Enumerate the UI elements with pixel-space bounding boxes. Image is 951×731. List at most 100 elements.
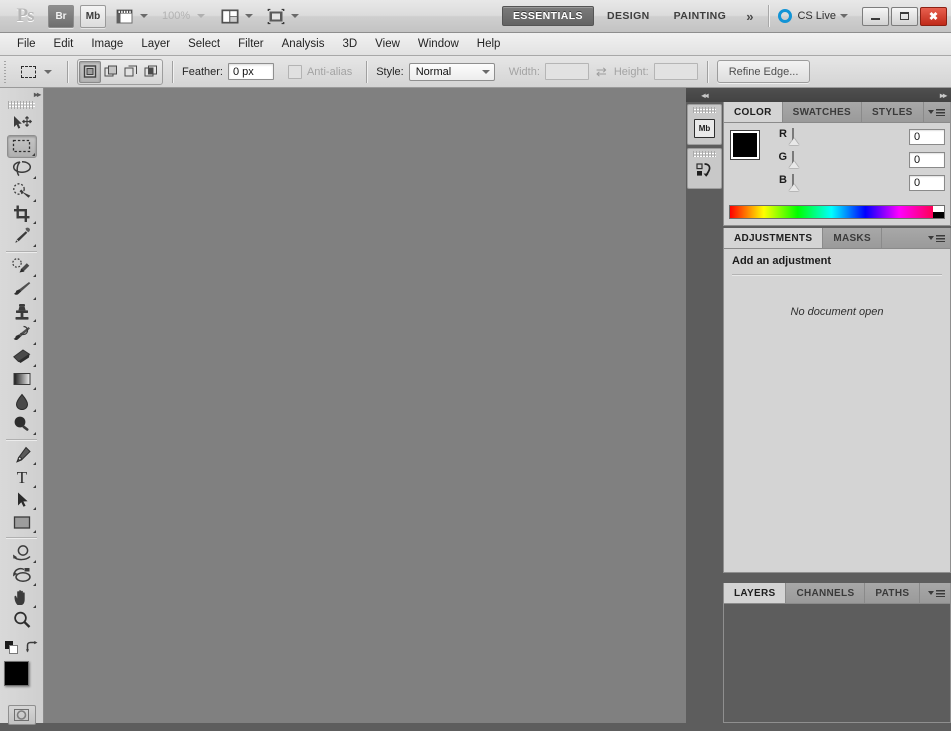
spectrum-black[interactable] <box>933 212 944 218</box>
menu-image[interactable]: Image <box>82 35 132 53</box>
menu-help[interactable]: Help <box>468 35 510 53</box>
green-slider[interactable] <box>792 152 903 164</box>
menu-layer[interactable]: Layer <box>132 35 179 53</box>
tab-masks[interactable]: MASKS <box>823 228 882 248</box>
rectangle-tool[interactable] <box>7 511 37 534</box>
height-input[interactable] <box>654 63 698 80</box>
default-colors-icon[interactable] <box>5 641 18 657</box>
width-input[interactable] <box>545 63 589 80</box>
launch-bridge-button[interactable]: Br <box>48 5 74 28</box>
quick-mask-toggle[interactable] <box>8 705 36 725</box>
cs-live-label: CS Live <box>797 10 836 22</box>
pen-tool[interactable] <box>7 444 37 467</box>
blue-slider[interactable] <box>792 175 903 187</box>
more-workspaces-icon[interactable]: » <box>746 9 751 24</box>
options-bar-drag-handle[interactable] <box>4 61 9 83</box>
zoom-level-chevron-down-icon[interactable] <box>197 14 205 18</box>
color-panel-foreground-swatch[interactable] <box>731 131 759 159</box>
maximize-window-button[interactable] <box>891 7 918 26</box>
blue-value-input[interactable]: 0 <box>909 175 945 191</box>
tab-color[interactable]: COLOR <box>724 102 783 122</box>
swap-colors-icon[interactable] <box>26 641 39 657</box>
menu-edit[interactable]: Edit <box>45 35 83 53</box>
icon-panel-drag-handle[interactable] <box>693 107 716 113</box>
tool-preset-chevron-down-icon[interactable] <box>44 70 52 74</box>
red-value-input[interactable]: 0 <box>909 129 945 145</box>
green-value-input[interactable]: 0 <box>909 152 945 168</box>
tab-layers[interactable]: LAYERS <box>724 583 786 603</box>
eraser-tool[interactable] <box>7 346 37 369</box>
feather-input[interactable]: 0 px <box>228 63 274 80</box>
dodge-tool[interactable] <box>7 413 37 436</box>
workspace-tab-design[interactable]: DESIGN <box>596 6 661 26</box>
tab-paths[interactable]: PATHS <box>865 583 920 603</box>
blur-tool[interactable] <box>7 391 37 414</box>
menu-analysis[interactable]: Analysis <box>273 35 334 53</box>
view-extras-button[interactable] <box>116 8 148 25</box>
move-tool[interactable] <box>7 112 37 135</box>
zoom-tool[interactable] <box>7 609 37 632</box>
launch-mini-bridge-button[interactable]: Mb <box>80 5 106 28</box>
red-slider[interactable] <box>792 129 903 141</box>
history-brush-tool[interactable] <box>7 323 37 346</box>
quick-selection-tool[interactable] <box>7 180 37 203</box>
crop-tool[interactable] <box>7 203 37 226</box>
icon-panel-drag-handle[interactable] <box>693 151 716 157</box>
lasso-tool[interactable] <box>7 158 37 181</box>
intersect-with-selection-button[interactable] <box>141 62 161 82</box>
blue-slider-thumb[interactable] <box>789 184 799 191</box>
workspace-tab-essentials[interactable]: ESSENTIALS <box>502 6 594 26</box>
tools-expand-button[interactable]: ▸▸ <box>0 88 43 100</box>
mini-bridge-panel-button[interactable]: Mb <box>692 115 718 141</box>
anti-alias-checkbox[interactable]: Anti-alias <box>288 65 357 79</box>
menu-file[interactable]: File <box>8 35 45 53</box>
foreground-color-swatch[interactable] <box>4 661 29 686</box>
empty-canvas-area[interactable] <box>44 88 687 723</box>
tab-channels[interactable]: CHANNELS <box>786 583 865 603</box>
tab-styles[interactable]: STYLES <box>862 102 924 122</box>
active-tool-preview[interactable] <box>14 59 42 85</box>
style-select[interactable]: Normal <box>409 63 495 81</box>
add-to-selection-button[interactable] <box>101 62 121 82</box>
menu-window[interactable]: Window <box>409 35 468 53</box>
collapse-panels-button[interactable]: ◂◂ <box>686 88 723 102</box>
path-selection-tool[interactable] <box>7 489 37 512</box>
workspace-tab-painting[interactable]: PAINTING <box>663 6 738 26</box>
subtract-from-selection-button[interactable] <box>121 62 141 82</box>
3d-camera-rotate-tool[interactable] <box>7 564 37 587</box>
arrange-documents-button[interactable] <box>221 8 253 25</box>
history-panel-button[interactable] <box>692 159 718 185</box>
layers-panel-menu-icon[interactable] <box>928 590 945 597</box>
tab-adjustments[interactable]: ADJUSTMENTS <box>724 228 823 248</box>
spot-healing-brush-tool[interactable] <box>7 256 37 279</box>
gradient-tool[interactable] <box>7 368 37 391</box>
color-panel-menu-icon[interactable] <box>928 109 945 116</box>
clone-stamp-tool[interactable] <box>7 301 37 324</box>
new-selection-button[interactable] <box>79 61 101 83</box>
refine-edge-button[interactable]: Refine Edge... <box>717 60 811 83</box>
menu-filter[interactable]: Filter <box>229 35 273 53</box>
screen-mode-button[interactable] <box>267 8 299 25</box>
swap-dimensions-icon[interactable]: ⇄ <box>596 64 607 80</box>
close-window-button[interactable]: ✖ <box>920 7 947 26</box>
menu-select[interactable]: Select <box>179 35 229 53</box>
green-slider-thumb[interactable] <box>789 161 799 168</box>
horizontal-type-tool[interactable]: T <box>7 466 37 489</box>
minimize-window-button[interactable] <box>862 7 889 26</box>
hand-tool[interactable] <box>7 587 37 610</box>
tab-swatches[interactable]: SWATCHES <box>783 102 862 122</box>
expand-panels-button[interactable]: ▸▸ <box>723 88 951 102</box>
menu-3d[interactable]: 3D <box>333 35 366 53</box>
brush-tool[interactable] <box>7 278 37 301</box>
cs-live-button[interactable]: CS Live <box>778 9 848 23</box>
tools-drag-handle[interactable] <box>8 101 35 109</box>
adjustments-panel-menu-icon[interactable] <box>928 235 945 242</box>
history-icon-panel[interactable] <box>687 148 722 189</box>
eyedropper-tool[interactable] <box>7 225 37 248</box>
mini-bridge-icon-panel[interactable]: Mb <box>687 104 722 145</box>
menu-view[interactable]: View <box>366 35 409 53</box>
rectangular-marquee-tool[interactable] <box>7 135 37 158</box>
red-slider-thumb[interactable] <box>789 138 799 145</box>
color-spectrum-ramp[interactable] <box>729 205 945 219</box>
3d-object-rotate-tool[interactable] <box>7 542 37 565</box>
